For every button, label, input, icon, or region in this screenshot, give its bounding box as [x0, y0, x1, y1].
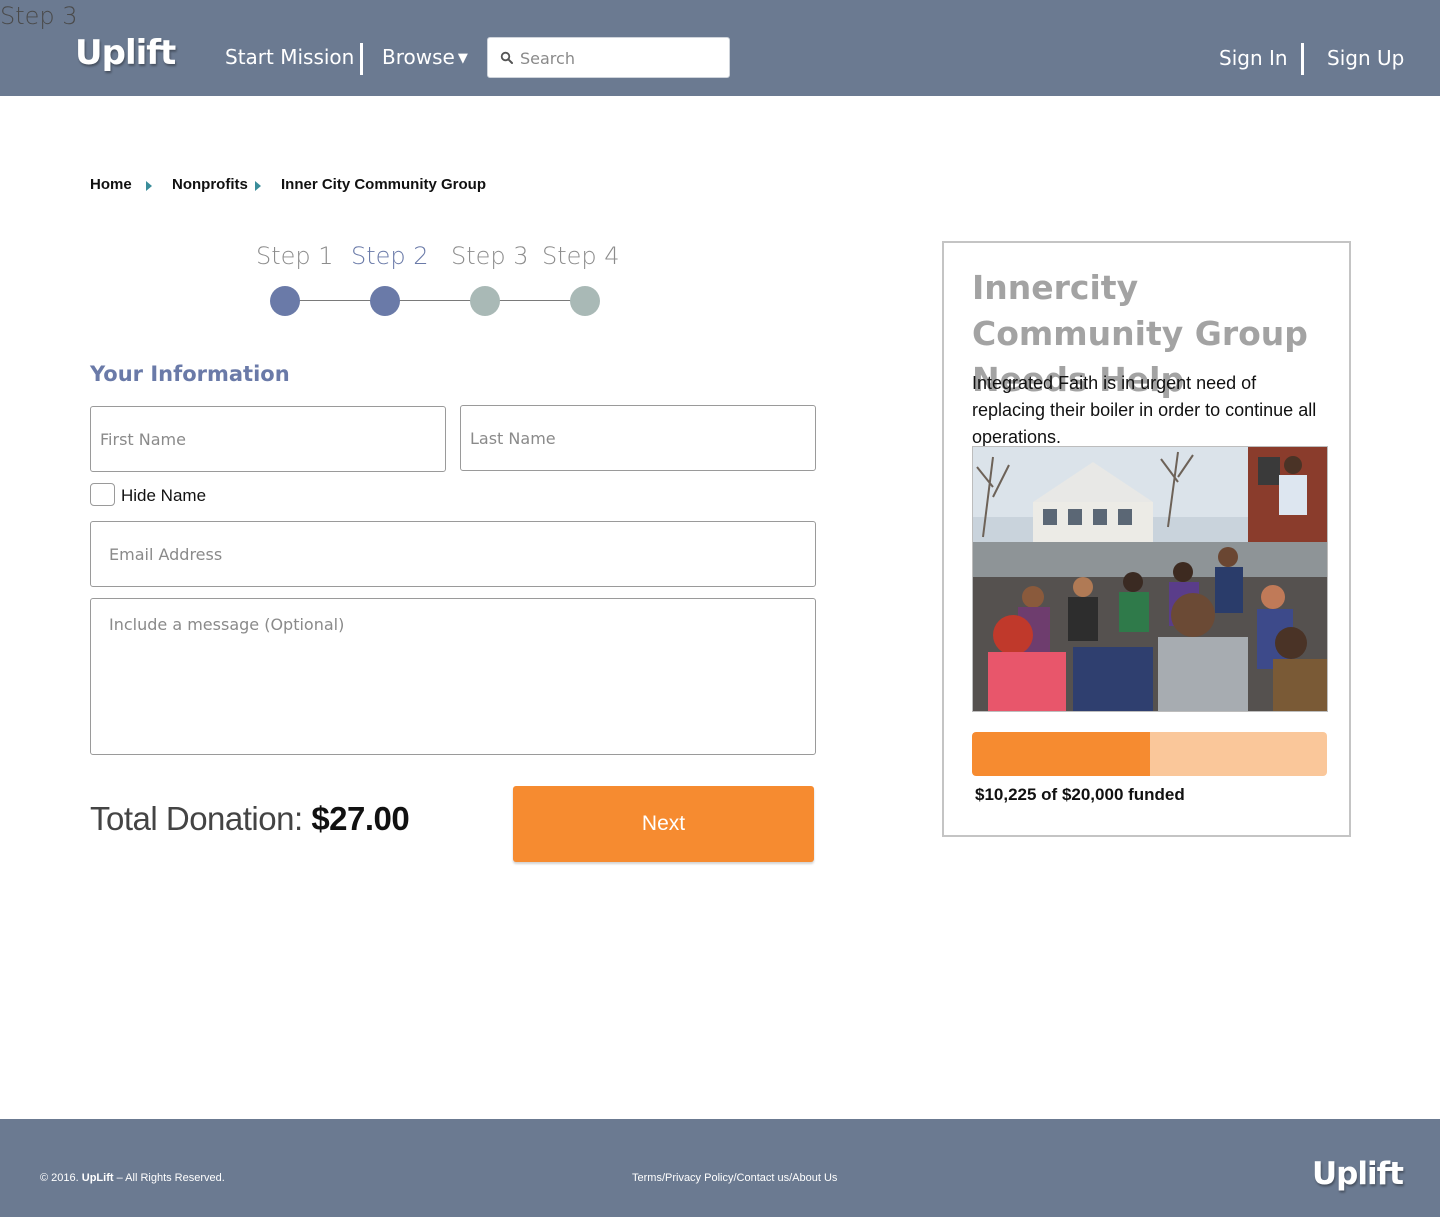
hide-name-label[interactable]: Hide Name [121, 486, 206, 506]
campaign-description: Integrated Faith is in urgent need of re… [972, 373, 1317, 447]
step-connector [499, 300, 571, 301]
step-connector [399, 300, 471, 301]
campaign-photo [972, 446, 1328, 712]
funded-text: $10,225 of $20,000 funded [975, 785, 1185, 804]
copyright-text: © 2016. UpLift – All Rights Reserved. [40, 1172, 225, 1184]
last-name-field[interactable] [460, 405, 816, 471]
first-name-field[interactable] [90, 406, 446, 472]
step-4-dot[interactable] [570, 286, 600, 316]
footer-links[interactable]: Terms/Privacy Policy/Contact us/About Us [632, 1172, 837, 1184]
search-box[interactable] [487, 37, 730, 78]
copyright-suffix: – All Rights Reserved. [116, 1172, 225, 1184]
browse-menu[interactable]: Browse ▼ [382, 45, 468, 69]
step-1-dot[interactable] [270, 286, 300, 316]
crowd-photo-illustration [973, 447, 1327, 711]
breadcrumb-home[interactable]: Home [90, 176, 132, 193]
total-donation: Total Donation: $27.00 [90, 800, 410, 838]
message-field[interactable] [90, 598, 816, 755]
caret-down-icon: ▼ [457, 51, 468, 66]
footer: © 2016. UpLift – All Rights Reserved. Te… [0, 1119, 1440, 1217]
copyright-brand: UpLift [81, 1172, 114, 1184]
start-mission-link[interactable]: Start Mission [225, 45, 354, 69]
breadcrumb-current: Inner City Community Group [281, 176, 487, 193]
email-field[interactable] [90, 521, 816, 587]
frame-label: Step 3 [0, 2, 78, 30]
uplift-logo[interactable]: Uplift [75, 33, 176, 73]
funding-progress-fill [972, 732, 1150, 776]
sign-up-link[interactable]: Sign Up [1327, 46, 1404, 70]
hide-name-checkbox[interactable] [90, 483, 115, 506]
footer-logo[interactable]: Uplift [1312, 1156, 1404, 1192]
copyright-prefix: © 2016. [40, 1172, 79, 1184]
step-2-dot[interactable] [370, 286, 400, 316]
step-3-dot[interactable] [470, 286, 500, 316]
nav-divider [360, 43, 363, 75]
search-icon [500, 51, 513, 64]
total-donation-label: Total Donation: [90, 800, 303, 837]
step-3-label: Step 3 [451, 242, 529, 270]
campaign-card: Innercity Community Group Needs Help Int… [942, 241, 1351, 837]
step-4-label: Step 4 [542, 242, 620, 270]
chevron-right-icon [255, 181, 261, 191]
search-input[interactable] [520, 46, 720, 70]
chevron-right-icon [146, 181, 152, 191]
step-connector [299, 300, 371, 301]
auth-divider [1301, 43, 1304, 75]
total-donation-amount: $27.00 [311, 800, 410, 837]
funding-progress-bar [972, 732, 1327, 776]
browse-label: Browse [382, 45, 455, 69]
section-title: Your Information [90, 362, 290, 386]
top-nav-bar: Uplift Start Mission Browse▼ Sign In Sig… [0, 0, 1440, 96]
breadcrumb-nonprofits[interactable]: Nonprofits [172, 176, 248, 193]
next-button[interactable]: Next [513, 786, 814, 862]
step-1-label: Step 1 [256, 242, 334, 270]
step-2-label: Step 2 [351, 242, 429, 270]
sign-in-link[interactable]: Sign In [1219, 46, 1288, 70]
